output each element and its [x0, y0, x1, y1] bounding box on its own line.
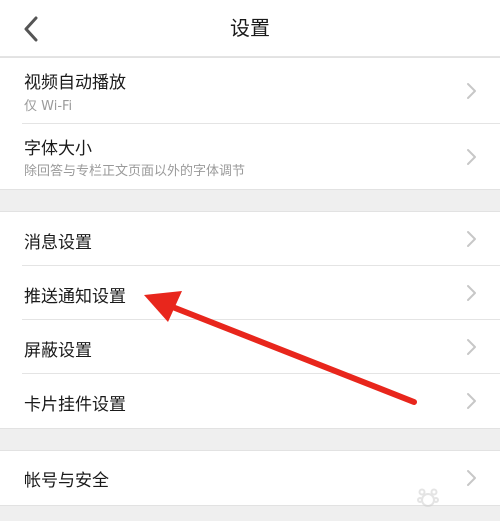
settings-item-label: 卡片挂件设置	[24, 395, 126, 415]
nav-bar: 设置	[0, 0, 500, 57]
settings-group-account: 帐号与安全	[0, 450, 500, 506]
settings-group-playback: 视频自动播放 仅 Wi-Fi 字体大小 除回答与专栏正文页面以外的字体调节	[0, 57, 500, 190]
settings-item-label: 字体大小	[24, 139, 92, 159]
chevron-right-icon	[467, 231, 476, 247]
chevron-right-icon	[467, 149, 476, 165]
chevron-right-icon	[467, 470, 476, 486]
chevron-right-icon	[467, 339, 476, 355]
back-button[interactable]	[14, 13, 48, 45]
settings-item-description: 除回答与专栏正文页面以外的字体调节	[24, 164, 246, 179]
settings-item-label: 屏蔽设置	[24, 341, 92, 361]
page-title: 设置	[230, 16, 270, 40]
chevron-left-icon	[24, 16, 38, 42]
settings-item-label: 帐号与安全	[24, 471, 109, 491]
settings-group-notifications: 消息设置 推送通知设置 屏蔽设置 卡片挂件设置	[0, 211, 500, 429]
settings-item-video-autoplay[interactable]: 视频自动播放 仅 Wi-Fi	[0, 58, 500, 124]
chevron-right-icon	[467, 285, 476, 301]
settings-item-label: 消息设置	[24, 233, 92, 253]
settings-item-value: 仅 Wi-Fi	[24, 99, 73, 114]
settings-item-block[interactable]: 屏蔽设置	[0, 320, 500, 374]
settings-item-push-notification[interactable]: 推送通知设置	[0, 266, 500, 320]
chevron-right-icon	[467, 83, 476, 99]
chevron-right-icon	[467, 393, 476, 409]
settings-item-font-size[interactable]: 字体大小 除回答与专栏正文页面以外的字体调节	[0, 124, 500, 189]
settings-item-card-widget[interactable]: 卡片挂件设置	[0, 374, 500, 428]
settings-item-message[interactable]: 消息设置	[0, 212, 500, 266]
settings-item-label: 视频自动播放	[24, 73, 126, 93]
settings-item-account-security[interactable]: 帐号与安全	[0, 451, 500, 505]
settings-item-label: 推送通知设置	[24, 287, 126, 307]
